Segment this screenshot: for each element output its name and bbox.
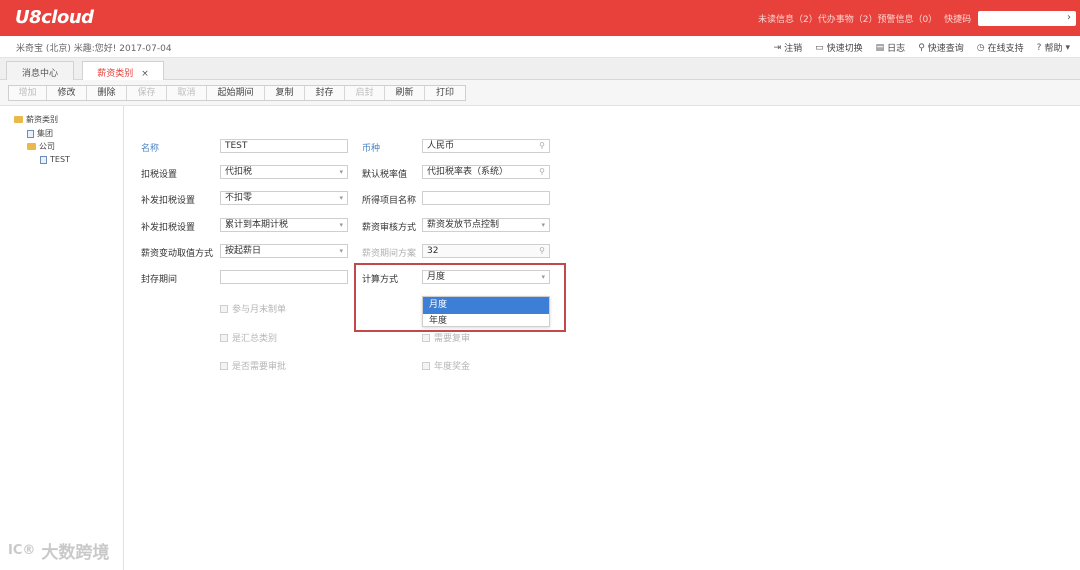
tax-rate-field[interactable]: 代扣税率表（系统） ⚲: [422, 165, 550, 179]
seal-button[interactable]: 封存: [305, 86, 345, 100]
period-scheme-label: 薪资期间方案: [362, 249, 417, 259]
message-summary[interactable]: 未读信息（2）代办事物（2）预警信息（0） 快捷码: [758, 12, 971, 25]
seal-period-label: 封存期间: [141, 275, 178, 285]
period-scheme-field[interactable]: 32 ⚲: [422, 244, 550, 258]
highlight-box: [354, 263, 566, 332]
shortcut-search-input[interactable]: ›: [978, 11, 1076, 26]
user-bar: 米奇宝 (北京) 米趣:您好! 2017-07-04 ⇥ 注销 ▭ 快速切换 ▤ 日志…: [0, 36, 1080, 58]
watermark-text: 大数跨境: [41, 543, 110, 563]
toolbar-button-group: 增加 修改 删除 保存 取消 起始期间 复制 封存 启封 刷新 打印: [8, 85, 466, 101]
change-mode-label: 薪资变动取值方式: [141, 249, 214, 259]
tree-root-salary-category[interactable]: 薪资类别: [14, 114, 58, 125]
user-info: 米奇宝 (北京) 米趣:您好! 2017-07-04: [16, 44, 172, 54]
search-icon[interactable]: ⚲: [539, 166, 545, 178]
tab-salary-category[interactable]: 薪资类别 ×: [82, 61, 164, 81]
currency-field[interactable]: 人民币 ⚲: [422, 139, 550, 153]
messages-text[interactable]: 未读信息（2）代办事物（2）预警信息（0）: [758, 15, 937, 25]
need-review-checkbox[interactable]: 需要复审: [422, 331, 470, 344]
support-icon: ◷: [976, 42, 985, 53]
save-button[interactable]: 保存: [127, 86, 167, 100]
salary-category-form: 名称 TEST 币种 人民币 ⚲ 扣税设置 代扣税 ▾ 默认税率值 代扣税率表（系统…: [125, 106, 1080, 570]
top-header: U8cloud 未读信息（2）代办事物（2）预警信息（0） 快捷码 ›: [0, 0, 1080, 36]
online-support-button[interactable]: ◷ 在线支持: [976, 41, 1024, 55]
shortcut-label: 快捷码: [944, 15, 972, 25]
month-end-checkbox[interactable]: 参与月末制单: [220, 302, 286, 315]
tab-bar: 消息中心 薪资类别 ×: [0, 58, 1080, 81]
close-icon[interactable]: ×: [141, 69, 149, 79]
tree-item-test[interactable]: TEST: [40, 155, 70, 164]
supp-tax-label: 补发扣税设置: [141, 196, 196, 206]
chevron-down-icon: ▾: [541, 221, 545, 229]
income-item-label: 所得项目名称: [362, 196, 417, 206]
query-icon: ⚲: [918, 42, 925, 53]
supp-tax-select[interactable]: 不扣零 ▾: [220, 191, 348, 205]
chevron-right-icon[interactable]: ›: [1067, 12, 1071, 23]
logout-icon: ⇥: [773, 42, 782, 53]
tax-setting-select[interactable]: 代扣税 ▾: [220, 165, 348, 179]
name-field[interactable]: TEST: [220, 139, 348, 153]
search-icon[interactable]: ⚲: [539, 140, 545, 152]
need-approval-checkbox[interactable]: 是否需要审批: [220, 359, 286, 372]
audit-mode-select[interactable]: 薪资发放节点控制 ▾: [422, 218, 550, 232]
summary-checkbox[interactable]: 是汇总类别: [220, 331, 277, 344]
print-button[interactable]: 打印: [425, 86, 465, 100]
tree-item-company[interactable]: 公司: [27, 141, 55, 152]
change-mode-select[interactable]: 按起薪日 ▾: [220, 244, 348, 258]
tab-message-center[interactable]: 消息中心: [6, 61, 74, 80]
income-item-field[interactable]: [422, 191, 550, 205]
unseal-button[interactable]: 启封: [345, 86, 385, 100]
chevron-down-icon: ▾: [339, 247, 343, 255]
logout-button[interactable]: ⇥ 注销: [773, 41, 803, 55]
app-logo[interactable]: U8cloud: [15, 7, 94, 28]
log-icon: ▤: [875, 42, 885, 53]
chevron-down-icon: ▾: [1065, 42, 1070, 53]
name-label: 名称: [141, 144, 160, 154]
category-tree: 薪资类别 集团 公司 TEST: [0, 106, 124, 570]
document-icon: [27, 129, 34, 138]
search-icon[interactable]: ⚲: [539, 245, 545, 257]
switch-icon: ▭: [815, 42, 824, 53]
tax-setting-label: 扣税设置: [141, 170, 178, 180]
quick-switch-button[interactable]: ▭ 快速切换: [815, 41, 863, 55]
add-button[interactable]: 增加: [9, 86, 47, 100]
watermark-logo: IC®: [8, 543, 36, 558]
supp-tax2-label: 补发扣税设置: [141, 223, 196, 233]
document-icon: [40, 155, 47, 164]
cancel-button[interactable]: 取消: [167, 86, 207, 100]
refresh-button[interactable]: 刷新: [385, 86, 425, 100]
seal-period-field[interactable]: [220, 270, 348, 284]
supp-tax2-select[interactable]: 累计到本期计税 ▾: [220, 218, 348, 232]
tree-item-group[interactable]: 集团: [27, 128, 53, 139]
delete-button[interactable]: 删除: [87, 86, 127, 100]
copy-button[interactable]: 复制: [265, 86, 305, 100]
audit-mode-label: 薪资审核方式: [362, 223, 417, 233]
chevron-down-icon: ▾: [339, 194, 343, 202]
user-actions: ⇥ 注销 ▭ 快速切换 ▤ 日志 ⚲ 快速查询 ◷ 在线支持 ? 帮助 ▾: [773, 41, 1070, 55]
quick-query-button[interactable]: ⚲ 快速查询: [918, 41, 964, 55]
edit-button[interactable]: 修改: [47, 86, 87, 100]
help-button[interactable]: ? 帮助 ▾: [1036, 41, 1070, 55]
currency-label: 币种: [362, 144, 381, 154]
help-icon: ?: [1036, 42, 1042, 53]
chevron-down-icon: ▾: [339, 221, 343, 229]
start-period-button[interactable]: 起始期间: [207, 86, 265, 100]
tax-rate-label: 默认税率值: [362, 170, 408, 180]
folder-icon: [14, 116, 23, 123]
toolbar: 增加 修改 删除 保存 取消 起始期间 复制 封存 启封 刷新 打印: [0, 80, 1080, 106]
chevron-down-icon: ▾: [339, 168, 343, 176]
folder-icon: [27, 143, 36, 150]
annual-bonus-checkbox[interactable]: 年度奖金: [422, 359, 470, 372]
watermark: IC® 大数跨境: [8, 538, 109, 563]
log-button[interactable]: ▤ 日志: [875, 41, 906, 55]
